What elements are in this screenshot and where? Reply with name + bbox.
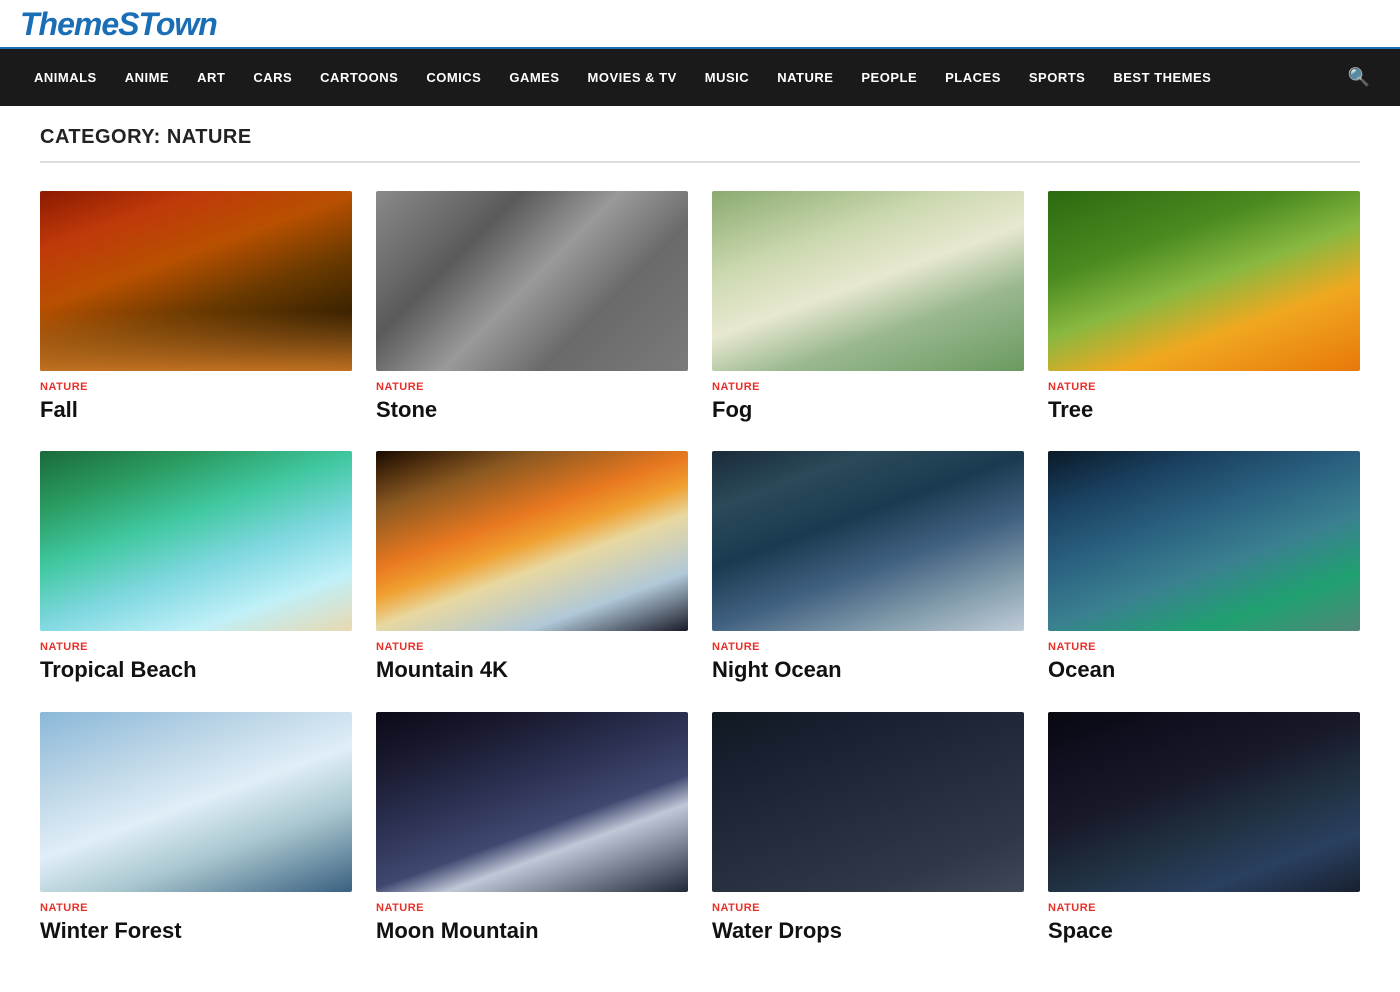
card-thumb-night-ocean xyxy=(712,451,1024,631)
nav-item-games[interactable]: GAMES xyxy=(495,52,573,103)
card-snow-trees[interactable]: NATURE Winter Forest xyxy=(40,712,352,944)
card-title-fog: Fog xyxy=(712,397,1024,423)
card-category-fall: NATURE xyxy=(40,381,352,393)
site-logo[interactable]: ThemeSTown xyxy=(20,6,1380,43)
card-category-moon-mountain: NATURE xyxy=(376,902,688,914)
card-title-tree: Tree xyxy=(1048,397,1360,423)
card-title-mountain-4k: Mountain 4K xyxy=(376,657,688,683)
card-title-night-ocean: Night Ocean xyxy=(712,657,1024,683)
card-space[interactable]: NATURE Space xyxy=(1048,712,1360,944)
card-category-water-drops: NATURE xyxy=(712,902,1024,914)
card-title-water-drops: Water Drops xyxy=(712,918,1024,944)
card-title-fall: Fall xyxy=(40,397,352,423)
card-thumb-ocean xyxy=(1048,451,1360,631)
nav-item-music[interactable]: MUSIC xyxy=(691,52,763,103)
card-thumb-tropical-beach xyxy=(40,451,352,631)
card-stone[interactable]: NATURE Stone xyxy=(376,191,688,423)
site-header: ThemeSTown xyxy=(0,0,1400,49)
card-thumb-mountain-4k xyxy=(376,451,688,631)
card-title-moon-mountain: Moon Mountain xyxy=(376,918,688,944)
card-category-mountain-4k: NATURE xyxy=(376,641,688,653)
card-tree[interactable]: NATURE Tree xyxy=(1048,191,1360,423)
card-title-space: Space xyxy=(1048,918,1360,944)
nav-item-cars[interactable]: CARS xyxy=(239,52,306,103)
card-water-drops[interactable]: NATURE Water Drops xyxy=(712,712,1024,944)
nav-item-cartoons[interactable]: CARTOONS xyxy=(306,52,412,103)
nav-item-comics[interactable]: COMICS xyxy=(412,52,495,103)
nav-item-nature[interactable]: NATURE xyxy=(763,52,847,103)
nav-item-sports[interactable]: SPORTS xyxy=(1015,52,1099,103)
card-fall[interactable]: NATURE Fall xyxy=(40,191,352,423)
nav-item-best-themes[interactable]: BEST THEMES xyxy=(1099,52,1225,103)
nav-item-places[interactable]: PLACES xyxy=(931,52,1015,103)
card-fog[interactable]: NATURE Fog xyxy=(712,191,1024,423)
card-thumb-fog xyxy=(712,191,1024,371)
card-mountain-4k[interactable]: NATURE Mountain 4K xyxy=(376,451,688,683)
card-category-stone: NATURE xyxy=(376,381,688,393)
cards-grid: NATURE Fall NATURE Stone NATURE Fog NATU… xyxy=(40,191,1360,944)
main-content: Category: Nature NATURE Fall NATURE Ston… xyxy=(20,106,1380,992)
main-nav: ANIMALSANIMEARTCARSCARTOONSCOMICSGAMESMO… xyxy=(0,49,1400,106)
card-thumb-tree xyxy=(1048,191,1360,371)
card-category-night-ocean: NATURE xyxy=(712,641,1024,653)
nav-item-animals[interactable]: ANIMALS xyxy=(20,52,111,103)
card-night-ocean[interactable]: NATURE Night Ocean xyxy=(712,451,1024,683)
card-category-ocean: NATURE xyxy=(1048,641,1360,653)
card-tropical-beach[interactable]: NATURE Tropical Beach xyxy=(40,451,352,683)
card-thumb-snow-trees xyxy=(40,712,352,892)
card-category-space: NATURE xyxy=(1048,902,1360,914)
search-icon[interactable]: 🔍 xyxy=(1338,49,1380,106)
nav-item-people[interactable]: PEOPLE xyxy=(847,52,931,103)
nav-item-anime[interactable]: ANIME xyxy=(111,52,183,103)
card-category-tree: NATURE xyxy=(1048,381,1360,393)
card-ocean[interactable]: NATURE Ocean xyxy=(1048,451,1360,683)
card-title-stone: Stone xyxy=(376,397,688,423)
category-title: Category: Nature xyxy=(40,126,1360,163)
nav-item-movies---tv[interactable]: MOVIES & TV xyxy=(574,52,691,103)
card-title-snow-trees: Winter Forest xyxy=(40,918,352,944)
card-thumb-moon-mountain xyxy=(376,712,688,892)
card-category-snow-trees: NATURE xyxy=(40,902,352,914)
card-moon-mountain[interactable]: NATURE Moon Mountain xyxy=(376,712,688,944)
nav-item-art[interactable]: ART xyxy=(183,52,239,103)
card-category-tropical-beach: NATURE xyxy=(40,641,352,653)
card-title-ocean: Ocean xyxy=(1048,657,1360,683)
card-title-tropical-beach: Tropical Beach xyxy=(40,657,352,683)
card-thumb-water-drops xyxy=(712,712,1024,892)
card-thumb-stone xyxy=(376,191,688,371)
card-thumb-space xyxy=(1048,712,1360,892)
card-category-fog: NATURE xyxy=(712,381,1024,393)
card-thumb-fall xyxy=(40,191,352,371)
